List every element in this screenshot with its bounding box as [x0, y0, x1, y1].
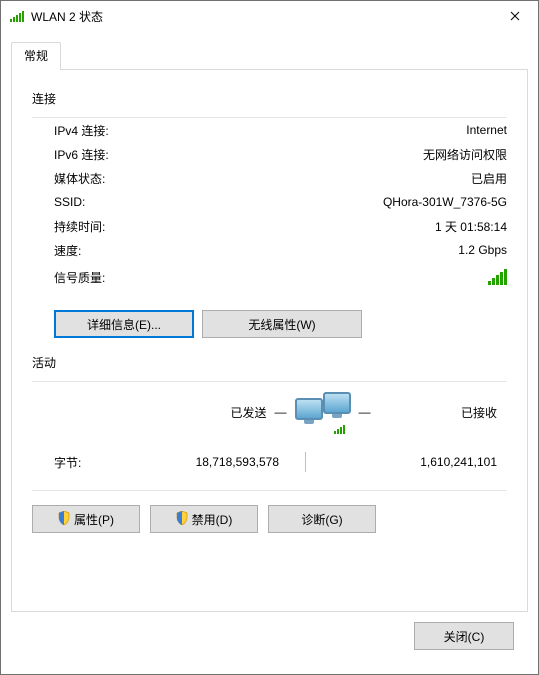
signal-bars-icon [488, 269, 507, 285]
label-ssid: SSID: [54, 195, 85, 209]
activity-buttons: 属性(P) 禁用(D) 诊断(G) [32, 505, 507, 533]
label-ipv4: IPv4 连接: [54, 122, 109, 139]
close-icon [510, 11, 520, 21]
row-media: 媒体状态: 已启用 [54, 166, 507, 190]
activity-icon-wrap [295, 392, 351, 432]
window-title: WLAN 2 状态 [31, 8, 492, 25]
bytes-label: 字节: [54, 454, 114, 471]
wireless-properties-button[interactable]: 无线属性(W) [202, 310, 362, 338]
dialog-body: 常规 连接 IPv4 连接: Internet IPv6 连接: 无网络访问权限… [1, 31, 538, 674]
vertical-divider [305, 452, 306, 472]
activity-bytes-row: 字节: 18,718,593,578 1,610,241,101 [32, 452, 507, 472]
disable-button-label: 禁用(D) [192, 511, 233, 528]
label-ipv6: IPv6 连接: [54, 146, 109, 163]
properties-button-label: 属性(P) [74, 511, 114, 528]
window-close-button[interactable] [492, 1, 538, 31]
value-media: 已启用 [471, 170, 507, 187]
diagnose-button-label: 诊断(G) [301, 511, 342, 528]
connection-list: IPv4 连接: Internet IPv6 连接: 无网络访问权限 媒体状态:… [54, 118, 507, 292]
value-ipv6: 无网络访问权限 [423, 146, 507, 163]
tab-panel: 连接 IPv4 连接: Internet IPv6 连接: 无网络访问权限 媒体… [11, 69, 528, 612]
row-speed: 速度: 1.2 Gbps [54, 238, 507, 262]
network-activity-icon [295, 392, 351, 432]
value-signal [488, 269, 507, 285]
label-media: 媒体状态: [54, 170, 105, 187]
shield-icon [176, 511, 188, 528]
tab-header: 常规 [11, 41, 528, 69]
activity-group-label: 活动 [32, 354, 507, 371]
dialog-footer: 关闭(C) [11, 612, 528, 664]
value-ssid: QHora-301W_7376-5G [383, 195, 507, 209]
connection-group-label: 连接 [32, 90, 507, 107]
row-signal: 信号质量: [54, 262, 507, 292]
row-ssid: SSID: QHora-301W_7376-5G [54, 190, 507, 214]
wifi-icon [9, 8, 25, 24]
row-ipv6: IPv6 连接: 无网络访问权限 [54, 142, 507, 166]
tab-general[interactable]: 常规 [11, 42, 61, 70]
value-speed: 1.2 Gbps [458, 243, 507, 257]
divider [32, 490, 507, 491]
sent-label: 已发送 [148, 404, 267, 421]
value-duration: 1 天 01:58:14 [435, 218, 507, 235]
label-signal: 信号质量: [54, 269, 105, 286]
value-ipv4: Internet [466, 123, 507, 137]
label-duration: 持续时间: [54, 218, 105, 235]
label-speed: 速度: [54, 242, 81, 259]
received-label: 已接收 [379, 404, 498, 421]
dash: — [275, 405, 287, 419]
activity-header: 已发送 — — 已接收 [32, 392, 507, 432]
titlebar: WLAN 2 状态 [1, 1, 538, 31]
close-button[interactable]: 关闭(C) [414, 622, 514, 650]
row-ipv4: IPv4 连接: Internet [54, 118, 507, 142]
shield-icon [58, 511, 70, 528]
details-button[interactable]: 详细信息(E)... [54, 310, 194, 338]
diagnose-button[interactable]: 诊断(G) [268, 505, 376, 533]
connection-buttons: 详细信息(E)... 无线属性(W) [54, 310, 507, 338]
bytes-received-value: 1,610,241,101 [332, 455, 497, 469]
bytes-sent-value: 18,718,593,578 [114, 455, 279, 469]
row-duration: 持续时间: 1 天 01:58:14 [54, 214, 507, 238]
properties-button[interactable]: 属性(P) [32, 505, 140, 533]
disable-button[interactable]: 禁用(D) [150, 505, 258, 533]
window-root: WLAN 2 状态 常规 连接 IPv4 连接: Internet IPv6 连… [0, 0, 539, 675]
dash: — [359, 405, 371, 419]
divider [32, 381, 507, 382]
